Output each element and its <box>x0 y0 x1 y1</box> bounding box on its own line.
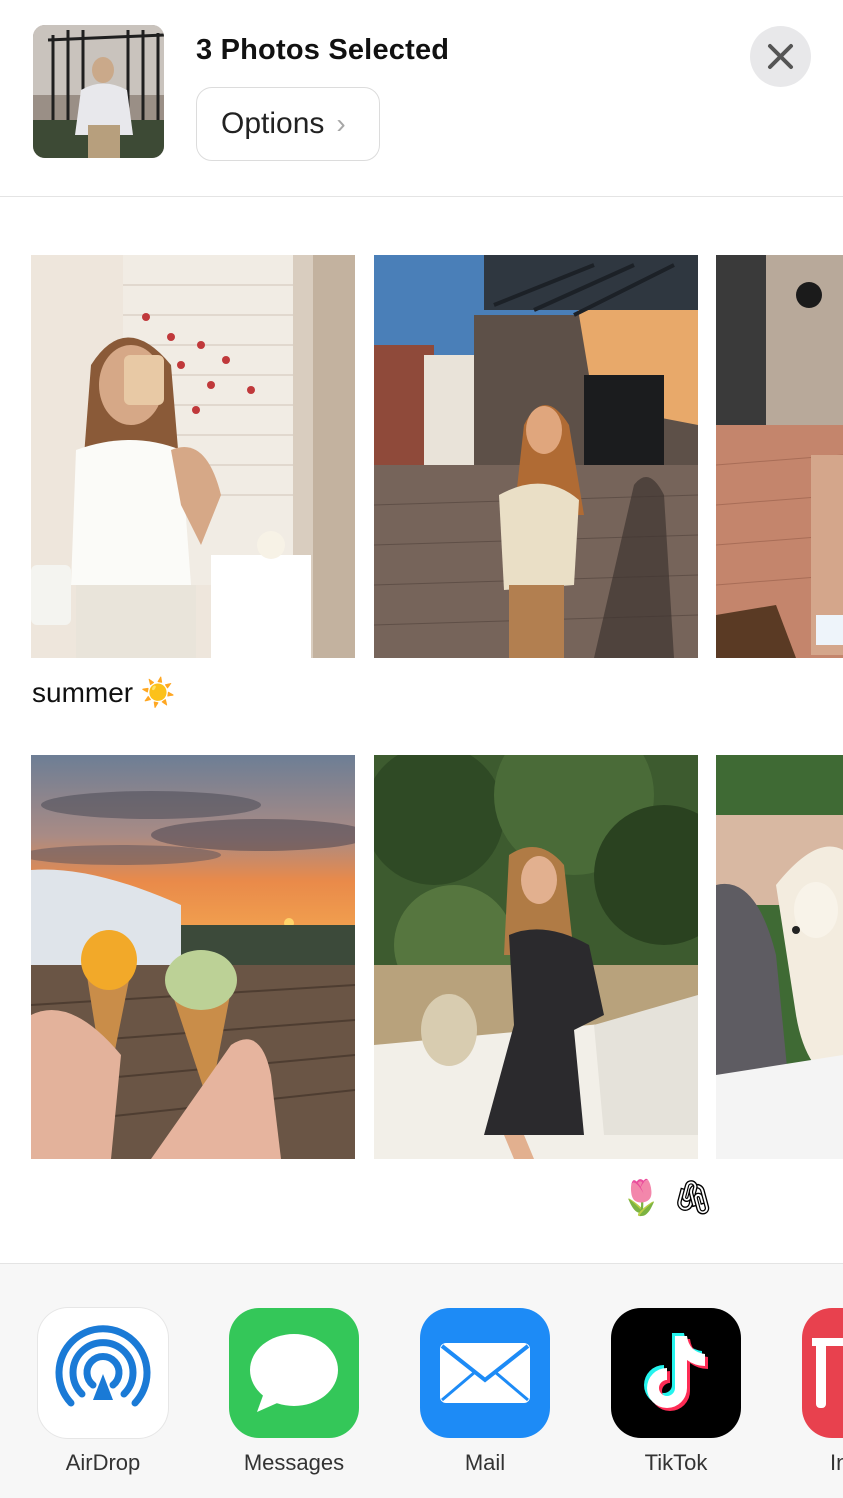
options-label: Options <box>221 107 325 140</box>
partial-app-label: In <box>830 1450 843 1475</box>
photo-sunlit-courtyard[interactable] <box>374 255 698 658</box>
close-button[interactable] <box>750 26 811 87</box>
airdrop-app-button[interactable] <box>38 1308 168 1438</box>
mail-app-button[interactable] <box>420 1308 550 1438</box>
tiktok-label: TikTok <box>644 1450 708 1475</box>
post-caption-summer: summer ☀️ <box>32 677 176 708</box>
mail-icon <box>440 1343 530 1403</box>
airdrop-icon <box>55 1325 151 1407</box>
messages-icon <box>250 1334 338 1412</box>
selection-title: 3 Photos Selected <box>196 34 450 66</box>
close-icon <box>768 44 793 69</box>
tiktok-app-button[interactable] <box>611 1308 741 1438</box>
messages-app-button[interactable] <box>229 1308 359 1438</box>
app-icon-partial <box>812 1338 843 1408</box>
messages-label: Messages <box>243 1450 345 1475</box>
header-divider <box>0 196 843 197</box>
partial-app-button[interactable] <box>802 1308 843 1438</box>
options-button[interactable]: Options › <box>196 87 380 161</box>
photo-puppy[interactable] <box>716 755 843 1159</box>
post-caption-emoji: 🌷 🖇 <box>620 1179 715 1217</box>
share-sheet-header: 3 Photos Selected Options › <box>0 0 843 196</box>
chevron-right-icon: › <box>336 108 346 139</box>
photo-mirror-selfie[interactable] <box>31 255 355 658</box>
photo-cafe-terrace[interactable] <box>716 255 843 658</box>
tiktok-icon <box>644 1333 708 1411</box>
selected-photo-thumbnail <box>33 25 164 158</box>
photo-ice-cream-sunset[interactable] <box>31 755 355 1159</box>
photo-black-dress-park[interactable] <box>374 755 698 1159</box>
airdrop-label: AirDrop <box>65 1450 141 1475</box>
mail-label: Mail <box>464 1450 506 1475</box>
